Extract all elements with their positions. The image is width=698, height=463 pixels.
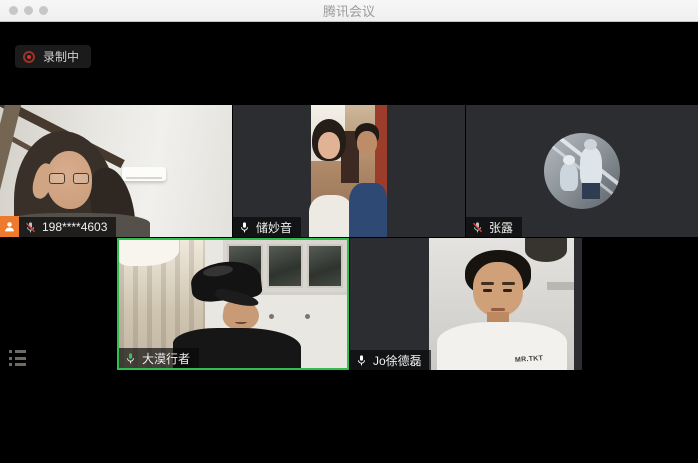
window-title: 腾讯会议 <box>0 1 698 20</box>
eye <box>503 289 512 292</box>
list-row <box>9 363 27 366</box>
participant-tile-jo-xudelei[interactable]: MR.TKT Jo徐德磊 <box>350 238 582 370</box>
name-label: 储妙音 <box>233 217 301 237</box>
meeting-window: 腾讯会议 录制中 <box>0 0 698 463</box>
list-row <box>9 350 27 353</box>
participant-name: 储妙音 <box>256 219 292 236</box>
titlebar: 腾讯会议 <box>0 0 698 22</box>
shelf <box>547 282 574 290</box>
eyebrow <box>481 282 494 285</box>
ceiling-lamp <box>525 238 567 262</box>
close-button[interactable] <box>9 6 18 15</box>
participant-name: 大漠行者 <box>142 350 190 367</box>
name-label: 张露 <box>466 217 522 237</box>
person-shirt <box>349 183 387 237</box>
participant-tile-zhanglu[interactable]: 张露 <box>466 105 698 237</box>
name-label: Jo徐德磊 <box>350 350 431 370</box>
smile <box>235 320 247 324</box>
person-shirt <box>437 322 567 370</box>
person-face <box>357 131 377 155</box>
person-legs <box>582 183 600 199</box>
person-figure <box>580 147 602 187</box>
cabinet-knob <box>269 314 274 319</box>
eyebrow <box>502 282 515 285</box>
minimize-button[interactable] <box>24 6 33 15</box>
video-feed: MR.TKT <box>429 238 574 370</box>
participant-name: Jo徐德磊 <box>373 352 422 369</box>
list-row <box>9 357 27 360</box>
mic-on-icon <box>238 221 251 234</box>
participant-tile-chumiaoyin[interactable]: 储妙音 <box>233 105 465 237</box>
recording-label: 录制中 <box>43 48 79 65</box>
avatar <box>544 133 620 209</box>
person-shirt <box>309 195 353 237</box>
list-view-icon[interactable] <box>9 349 27 367</box>
name-label: 198****4603 <box>19 217 116 237</box>
child-head <box>563 155 575 165</box>
eye <box>483 289 492 292</box>
air-conditioner <box>122 167 166 181</box>
member-badge-icon <box>0 216 19 237</box>
record-dot-icon <box>23 51 35 63</box>
window-controls <box>9 6 48 15</box>
mic-muted-icon <box>471 221 484 234</box>
video-feed <box>311 105 387 237</box>
person-head <box>584 139 597 150</box>
mic-muted-icon <box>24 221 37 234</box>
participant-tile-damoxingzhe-active-speaker[interactable]: 大漠行者 <box>117 238 349 370</box>
zoom-button[interactable] <box>39 6 48 15</box>
mic-on-icon <box>355 354 368 367</box>
participant-name: 张露 <box>489 219 513 236</box>
participant-name: 198****4603 <box>42 220 107 234</box>
recording-indicator[interactable]: 录制中 <box>15 45 91 68</box>
mic-active-icon <box>124 352 137 365</box>
cabinet-knob <box>305 314 310 319</box>
mouth <box>491 308 505 311</box>
participant-tile-198-4603[interactable]: 198****4603 <box>0 105 232 237</box>
glasses <box>49 173 89 184</box>
child-figure <box>560 163 578 191</box>
name-label: 大漠行者 <box>119 348 199 368</box>
person-face <box>318 132 340 159</box>
